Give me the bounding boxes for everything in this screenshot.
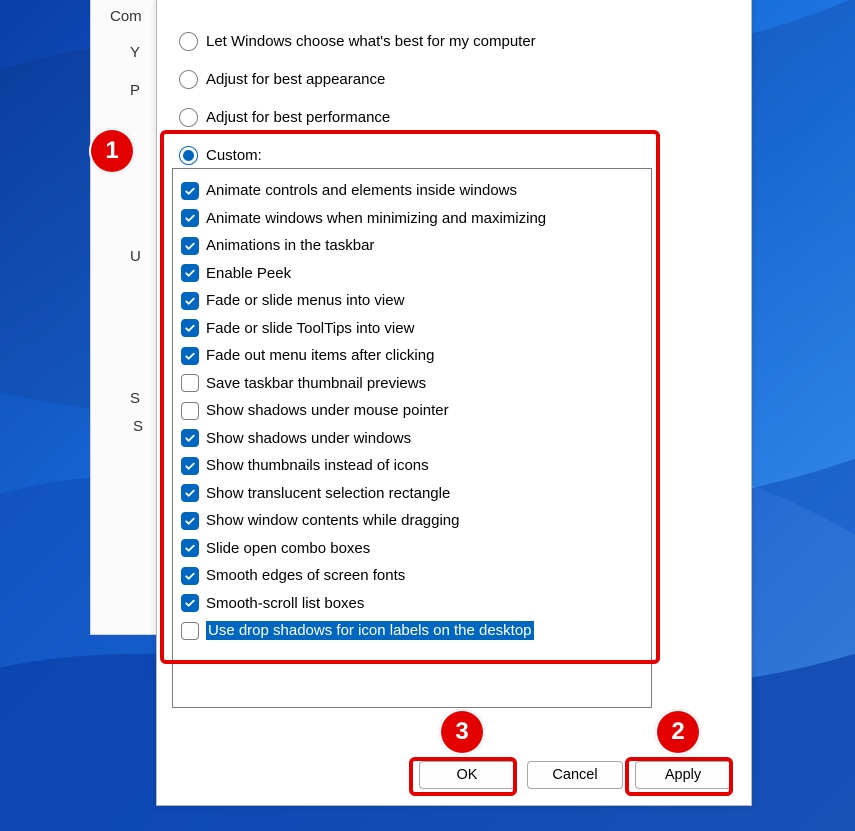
option-row[interactable]: Show translucent selection rectangle bbox=[179, 480, 645, 508]
checkbox-icon[interactable] bbox=[181, 264, 199, 282]
option-label: Save taskbar thumbnail previews bbox=[206, 375, 426, 392]
bg-text-fragment: S bbox=[133, 418, 143, 435]
option-label: Use drop shadows for icon labels on the … bbox=[206, 621, 534, 640]
option-label: Show translucent selection rectangle bbox=[206, 485, 450, 502]
dialog-button-bar: OK Cancel Apply bbox=[419, 761, 731, 789]
radio-label: Let Windows choose what's best for my co… bbox=[206, 33, 536, 50]
checkbox-icon[interactable] bbox=[181, 209, 199, 227]
checkbox-icon[interactable] bbox=[181, 319, 199, 337]
option-label: Smooth-scroll list boxes bbox=[206, 595, 364, 612]
option-row[interactable]: Use drop shadows for icon labels on the … bbox=[179, 617, 645, 645]
option-row[interactable]: Show shadows under windows bbox=[179, 425, 645, 453]
option-row[interactable]: Fade or slide ToolTips into view bbox=[179, 315, 645, 343]
checkbox-icon[interactable] bbox=[181, 567, 199, 585]
option-row[interactable]: Fade or slide menus into view bbox=[179, 287, 645, 315]
radio-icon bbox=[179, 70, 198, 89]
radio-label: Adjust for best performance bbox=[206, 109, 390, 126]
option-row[interactable]: Smooth edges of screen fonts bbox=[179, 562, 645, 590]
radio-icon bbox=[179, 108, 198, 127]
option-row[interactable]: Show thumbnails instead of icons bbox=[179, 452, 645, 480]
apply-button[interactable]: Apply bbox=[635, 761, 731, 789]
radio-icon bbox=[179, 146, 198, 165]
checkbox-icon[interactable] bbox=[181, 539, 199, 557]
option-label: Fade out menu items after clicking bbox=[206, 347, 434, 364]
checkbox-icon[interactable] bbox=[181, 457, 199, 475]
option-row[interactable]: Slide open combo boxes bbox=[179, 535, 645, 563]
bg-text-fragment: S bbox=[130, 390, 140, 407]
radio-best-performance[interactable]: Adjust for best performance bbox=[179, 98, 735, 136]
bg-text-fragment: P bbox=[130, 82, 140, 99]
option-label: Fade or slide ToolTips into view bbox=[206, 320, 414, 337]
checkbox-icon[interactable] bbox=[181, 374, 199, 392]
option-row[interactable]: Animate controls and elements inside win… bbox=[179, 177, 645, 205]
option-label: Smooth edges of screen fonts bbox=[206, 567, 405, 584]
radio-label: Custom: bbox=[206, 147, 262, 164]
option-row[interactable]: Fade out menu items after clicking bbox=[179, 342, 645, 370]
radio-let-windows-choose[interactable]: Let Windows choose what's best for my co… bbox=[179, 22, 735, 60]
option-row[interactable]: Smooth-scroll list boxes bbox=[179, 590, 645, 618]
checkbox-icon[interactable] bbox=[181, 512, 199, 530]
option-label: Animate windows when minimizing and maxi… bbox=[206, 210, 546, 227]
option-label: Show thumbnails instead of icons bbox=[206, 457, 429, 474]
checkbox-icon[interactable] bbox=[181, 484, 199, 502]
checkbox-icon[interactable] bbox=[181, 402, 199, 420]
option-label: Animate controls and elements inside win… bbox=[206, 182, 517, 199]
option-label: Show shadows under mouse pointer bbox=[206, 402, 449, 419]
checkbox-icon[interactable] bbox=[181, 292, 199, 310]
checkbox-icon[interactable] bbox=[181, 594, 199, 612]
option-label: Animations in the taskbar bbox=[206, 237, 374, 254]
background-tab-fragment: Com bbox=[110, 8, 142, 25]
option-row[interactable]: Show shadows under mouse pointer bbox=[179, 397, 645, 425]
radio-icon bbox=[179, 32, 198, 51]
option-label: Slide open combo boxes bbox=[206, 540, 370, 557]
bg-text-fragment: Y bbox=[130, 44, 140, 61]
option-row[interactable]: Enable Peek bbox=[179, 260, 645, 288]
option-row[interactable]: Save taskbar thumbnail previews bbox=[179, 370, 645, 398]
ok-button[interactable]: OK bbox=[419, 761, 515, 789]
option-label: Fade or slide menus into view bbox=[206, 292, 404, 309]
option-row[interactable]: Animate windows when minimizing and maxi… bbox=[179, 205, 645, 233]
radio-best-appearance[interactable]: Adjust for best appearance bbox=[179, 60, 735, 98]
radio-label: Adjust for best appearance bbox=[206, 71, 385, 88]
checkbox-icon[interactable] bbox=[181, 429, 199, 447]
visual-effects-checklist[interactable]: Animate controls and elements inside win… bbox=[172, 168, 652, 708]
checkbox-icon[interactable] bbox=[181, 347, 199, 365]
visual-effects-radio-group: Let Windows choose what's best for my co… bbox=[157, 0, 751, 178]
checkbox-icon[interactable] bbox=[181, 182, 199, 200]
bg-text-fragment: U bbox=[130, 248, 141, 265]
option-label: Show window contents while dragging bbox=[206, 512, 459, 529]
option-label: Enable Peek bbox=[206, 265, 291, 282]
cancel-button[interactable]: Cancel bbox=[527, 761, 623, 789]
checkbox-icon[interactable] bbox=[181, 237, 199, 255]
option-row[interactable]: Animations in the taskbar bbox=[179, 232, 645, 260]
option-row[interactable]: Show window contents while dragging bbox=[179, 507, 645, 535]
option-label: Show shadows under windows bbox=[206, 430, 411, 447]
checkbox-icon[interactable] bbox=[181, 622, 199, 640]
